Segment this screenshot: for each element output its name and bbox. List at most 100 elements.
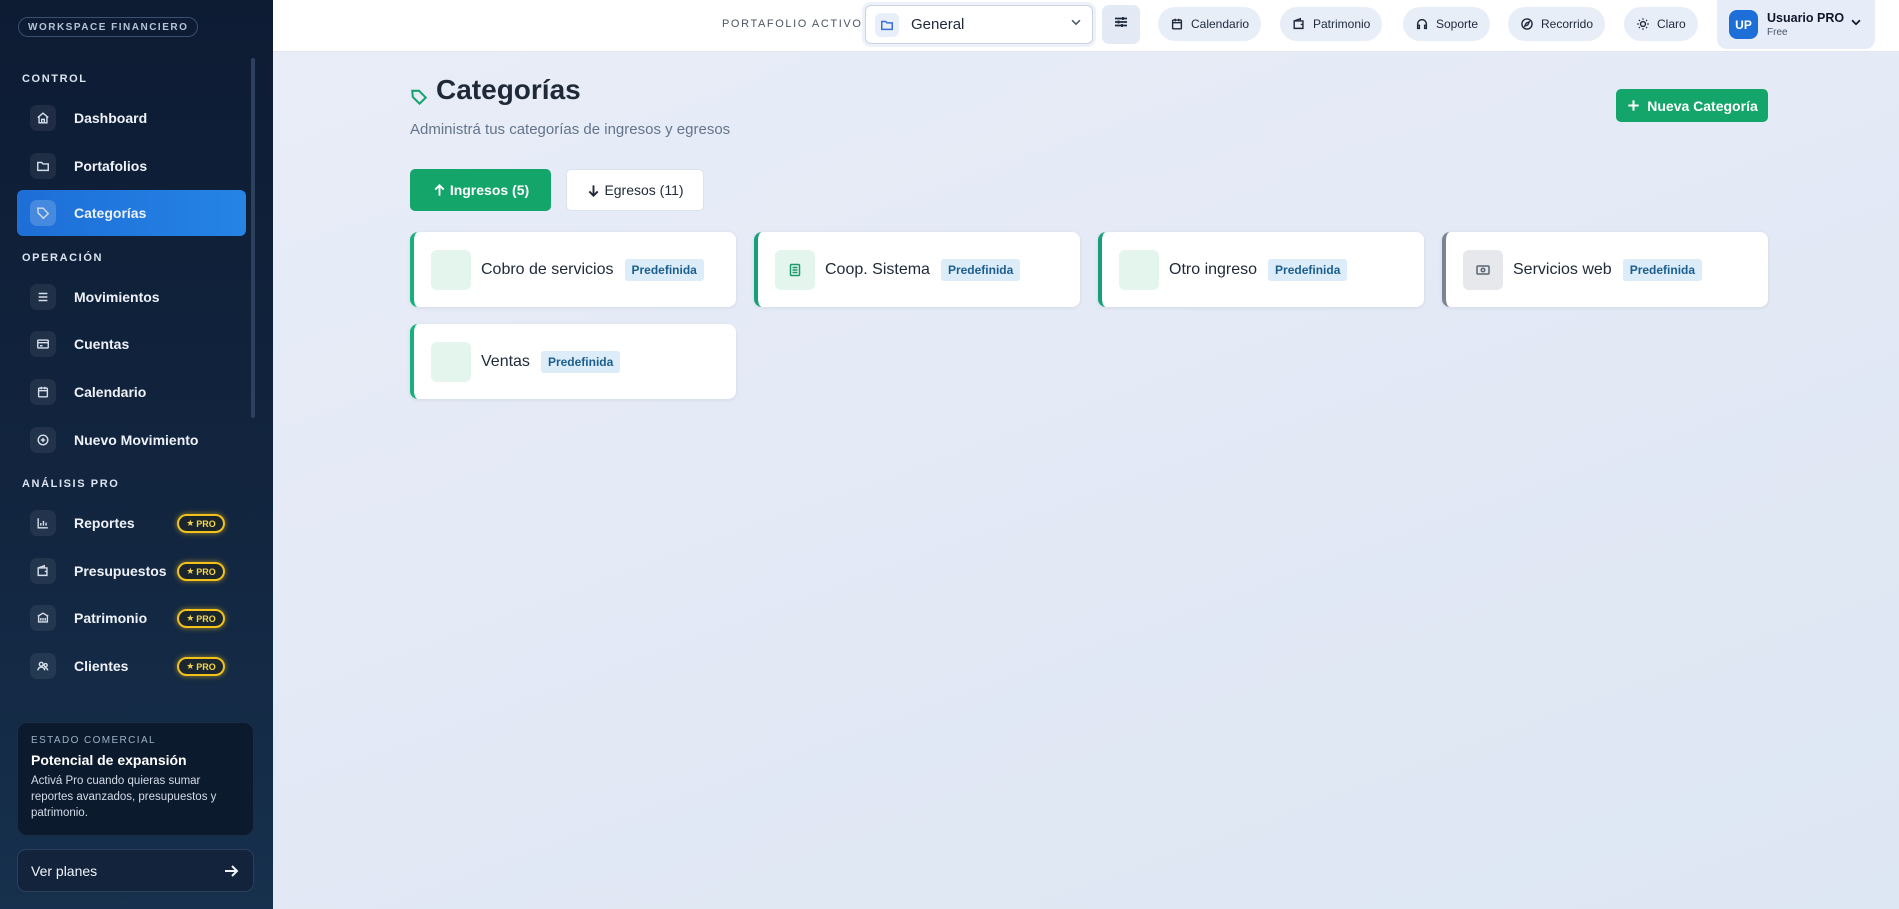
- status-card: ESTADO COMERCIAL Potencial de expansión …: [17, 722, 254, 836]
- sidebar-scrollbar[interactable]: [251, 58, 255, 418]
- chevron-down-icon: [1849, 15, 1863, 34]
- avatar: UP: [1729, 10, 1758, 39]
- star-icon: ★: [186, 613, 195, 623]
- sidebar-item-reportes[interactable]: Reportes ★ PRO: [17, 500, 246, 546]
- bank-icon: [30, 605, 56, 631]
- sidebar-item-label: Categorías: [74, 205, 147, 221]
- category-card[interactable]: Coop. Sistema Predefinida: [754, 232, 1080, 307]
- page-title: Categorías: [410, 74, 581, 106]
- plus-icon: [1628, 100, 1639, 111]
- card-icon: [30, 331, 56, 357]
- workspace-badge: WORKSPACE FINANCIERO: [18, 17, 199, 37]
- filter-button[interactable]: [1102, 5, 1140, 44]
- folder-icon: [30, 153, 56, 179]
- pro-badge: ★ PRO: [177, 657, 225, 676]
- category-icon-placeholder: [1119, 249, 1159, 290]
- list-icon: [30, 284, 56, 310]
- sidebar-item-patrimonio[interactable]: Patrimonio ★ PRO: [17, 595, 246, 641]
- sliders-icon: [1113, 14, 1129, 35]
- calendario-button[interactable]: Calendario: [1158, 7, 1262, 41]
- category-card[interactable]: Ventas Predefinida: [410, 324, 736, 399]
- headset-icon: [1416, 18, 1428, 30]
- sidebar-item-label: Clientes: [74, 658, 129, 674]
- sidebar-item-presupuestos[interactable]: Presupuestos ★ PRO: [17, 548, 246, 594]
- category-icon-placeholder: [431, 249, 471, 290]
- arrow-right-icon: [222, 862, 240, 880]
- predefined-badge: Predefinida: [940, 258, 1021, 281]
- ver-planes-button[interactable]: Ver planes: [17, 849, 254, 892]
- star-icon: ★: [186, 566, 195, 576]
- category-name: Servicios web: [1513, 260, 1612, 278]
- topbar: PORTAFOLIO ACTIVO General Calendario Pat…: [273, 0, 1899, 52]
- sun-icon: [1637, 18, 1649, 30]
- page-subtitle: Administrá tus categorías de ingresos y …: [410, 121, 731, 138]
- patrimonio-button[interactable]: Patrimonio: [1280, 7, 1383, 41]
- sidebar-item-label: Presupuestos: [74, 563, 167, 579]
- sidebar-item-label: Dashboard: [74, 110, 148, 126]
- portfolio-select[interactable]: General: [865, 5, 1093, 44]
- pro-badge: ★ PRO: [177, 609, 225, 628]
- pro-badge: ★ PRO: [177, 562, 225, 581]
- status-card-kicker: ESTADO COMERCIAL: [31, 735, 157, 746]
- sidebar-item-dashboard[interactable]: Dashboard: [17, 95, 246, 141]
- category-card[interactable]: Otro ingreso Predefinida: [1098, 232, 1424, 307]
- sidebar-item-movimientos[interactable]: Movimientos: [17, 274, 246, 320]
- sidebar-item-label: Cuentas: [74, 336, 130, 352]
- sidebar-item-label: Reportes: [74, 515, 135, 531]
- status-card-title: Potencial de expansión: [31, 752, 187, 768]
- sidebar-item-cuentas[interactable]: Cuentas: [17, 321, 246, 367]
- category-name: Ventas: [481, 352, 530, 370]
- predefined-badge: Predefinida: [624, 258, 704, 281]
- arrow-up-icon: [434, 183, 445, 196]
- tag-icon: [30, 200, 56, 226]
- soporte-button[interactable]: Soporte: [1403, 7, 1491, 41]
- category-icon-placeholder: [431, 341, 471, 382]
- users-icon: [30, 653, 56, 679]
- sidebar-item-portafolios[interactable]: Portafolios: [17, 143, 246, 189]
- pro-badge: ★ PRO: [177, 514, 225, 533]
- sidebar-item-label: Nuevo Movimiento: [74, 432, 199, 448]
- tag-icon: [410, 81, 428, 106]
- sidebar-item-calendario[interactable]: Calendario: [17, 369, 246, 415]
- sidebar-item-label: Movimientos: [74, 289, 160, 305]
- compass-icon: [1521, 18, 1533, 30]
- predefined-badge: Predefinida: [1622, 258, 1703, 281]
- category-name: Coop. Sistema: [825, 260, 930, 278]
- wallet-icon: [30, 558, 56, 584]
- sidebar-item-label: Patrimonio: [74, 610, 148, 626]
- category-name: Cobro de servicios: [481, 260, 614, 278]
- sidebar-item-label: Portafolios: [74, 158, 148, 174]
- new-category-button[interactable]: Nueva Categoría: [1616, 89, 1768, 122]
- category-card[interactable]: Cobro de servicios Predefinida: [410, 232, 736, 307]
- star-icon: ★: [186, 661, 195, 671]
- predefined-badge: Predefinida: [540, 350, 621, 373]
- folder-icon: [875, 12, 899, 37]
- sidebar-item-clientes[interactable]: Clientes ★ PRO: [17, 643, 246, 689]
- home-icon: [30, 105, 56, 131]
- sidebar-item-label: Calendario: [74, 384, 147, 400]
- status-card-description: Activá Pro cuando quieras sumar reportes…: [31, 775, 217, 819]
- tab-ingresos[interactable]: Ingresos (5): [410, 169, 551, 211]
- theme-toggle-button[interactable]: Claro: [1624, 7, 1698, 41]
- tab-egresos[interactable]: Egresos (11): [566, 169, 704, 211]
- user-plan: Free: [1767, 27, 1788, 38]
- money-icon: [1463, 249, 1503, 290]
- chevron-down-icon: [1069, 15, 1083, 34]
- section-control: CONTROL: [22, 73, 88, 85]
- plus-circle-icon: [30, 427, 56, 453]
- arrow-down-icon: [589, 184, 599, 197]
- star-icon: ★: [186, 518, 195, 528]
- sidebar-item-categorias[interactable]: Categorías: [17, 190, 246, 236]
- category-card[interactable]: Servicios web Predefinida: [1442, 232, 1768, 307]
- sidebar-item-nuevo-movimiento[interactable]: Nuevo Movimiento: [17, 417, 246, 463]
- sidebar: WORKSPACE FINANCIERO CONTROL Dashboard P…: [0, 0, 273, 909]
- document-icon: [775, 249, 815, 290]
- recorrido-button[interactable]: Recorrido: [1508, 7, 1606, 41]
- calendar-icon: [1171, 18, 1183, 30]
- user-menu[interactable]: UP Usuario PRO Free: [1717, 0, 1875, 49]
- portfolio-label: PORTAFOLIO ACTIVO: [722, 18, 863, 30]
- calendar-icon: [30, 379, 56, 405]
- category-name: Otro ingreso: [1169, 260, 1258, 278]
- ver-planes-label: Ver planes: [31, 862, 98, 879]
- section-analisis-pro: ANÁLISIS PRO: [22, 478, 120, 490]
